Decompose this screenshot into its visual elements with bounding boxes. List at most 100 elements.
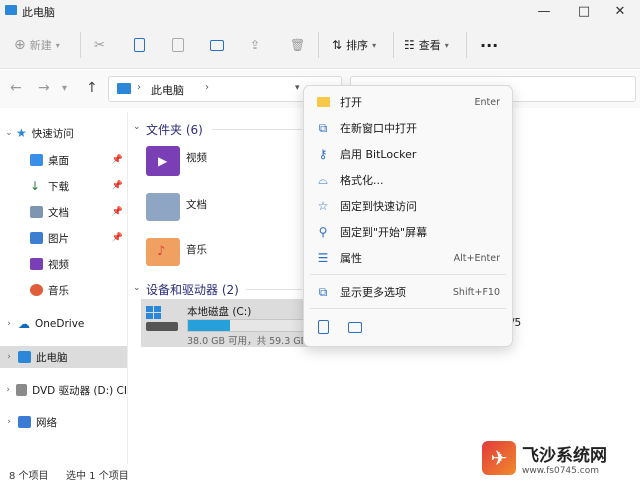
view-button[interactable]: ☷ 查看 ▾ <box>404 34 449 56</box>
sidebar-item-music[interactable]: 音乐 <box>0 279 127 301</box>
sort-label: 排序 <box>346 39 369 52</box>
menu-item-pin-quick-access[interactable]: ☆ 固定到快速访问 <box>310 194 506 218</box>
pin-icon: 📌 <box>111 207 123 217</box>
cloud-icon: ☁ <box>18 317 30 331</box>
toolbar-divider <box>80 32 81 58</box>
chevron-down-icon[interactable]: ▾ <box>295 83 300 93</box>
watermark: ✈ 飞沙系统网 www.fs0745.com <box>482 436 638 480</box>
sidebar-item-desktop[interactable]: 桌面 📌 <box>0 149 127 171</box>
sidebar-item-dvd-drive[interactable]: › DVD 驱动器 (D:) CI <box>0 379 127 401</box>
cut-button[interactable]: ✂ <box>94 34 105 56</box>
menu-item-open[interactable]: 打开 Enter <box>310 90 506 114</box>
properties-icon: ☰ <box>317 251 329 265</box>
item-count: 8 个项目 <box>9 471 49 482</box>
rename-icon[interactable] <box>348 322 362 333</box>
new-button[interactable]: ⊕ 新建 ▾ <box>14 34 60 56</box>
music-folder-icon: ♪ <box>146 238 180 266</box>
group-divider <box>246 289 302 290</box>
network-icon <box>18 416 31 428</box>
sidebar-item-downloads[interactable]: ↓ 下载 📌 <box>0 175 127 197</box>
menu-item-open-new-window[interactable]: ⧉ 在新窗口中打开 <box>310 116 506 140</box>
context-menu: 打开 Enter ⧉ 在新窗口中打开 ⚷ 启用 BitLocker ⌓ 格式化.… <box>303 85 513 347</box>
rename-button[interactable] <box>210 34 224 56</box>
copy-icon[interactable] <box>318 320 329 334</box>
menu-item-label: 固定到"开始"屏幕 <box>340 226 428 239</box>
computer-icon <box>18 351 31 363</box>
video-folder-icon: ▶ <box>146 146 180 176</box>
drives-group-header[interactable]: 设备和驱动器 (2) <box>146 281 239 298</box>
toolbar-divider <box>318 32 319 58</box>
menu-item-format[interactable]: ⌓ 格式化... <box>310 168 506 192</box>
windows-drive-icon <box>146 306 178 334</box>
document-icon <box>30 206 43 218</box>
star-icon: ☆ <box>317 199 329 213</box>
sidebar-item-network[interactable]: › 网络 <box>0 411 127 433</box>
menu-item-label: 在新窗口中打开 <box>340 122 417 135</box>
minimize-button[interactable]: — <box>524 0 564 22</box>
menu-item-show-more-options[interactable]: ⧉ 显示更多选项 Shift+F10 <box>310 280 506 304</box>
copy-button[interactable] <box>134 34 145 56</box>
sidebar-item-this-pc[interactable]: › 此电脑 <box>0 346 127 368</box>
plus-circle-icon: ⊕ <box>14 37 26 53</box>
breadcrumb-this-pc[interactable]: 此电脑 <box>151 82 184 98</box>
sort-button[interactable]: ⇅ 排序 ▾ <box>332 34 376 56</box>
selection-count: 选中 1 个项目 <box>66 471 129 482</box>
breadcrumb-separator: › <box>205 82 209 93</box>
pin-icon: 📌 <box>111 155 123 165</box>
view-label: 查看 <box>418 39 441 52</box>
pin-icon: 📌 <box>111 181 123 191</box>
breadcrumb-separator: › <box>137 82 141 93</box>
menu-item-label: 显示更多选项 <box>340 286 406 299</box>
picture-icon <box>30 232 43 244</box>
menu-shortcut: Shift+F10 <box>452 286 500 298</box>
rename-icon <box>210 39 224 51</box>
copy-icon <box>134 38 145 52</box>
scissors-icon: ✂ <box>94 37 105 53</box>
menu-item-label: 格式化... <box>340 174 384 187</box>
up-arrow-icon[interactable]: ↑ <box>86 80 98 96</box>
forward-arrow-icon[interactable]: → <box>38 80 50 96</box>
menu-item-pin-start[interactable]: ⚲ 固定到"开始"屏幕 <box>310 220 506 244</box>
back-arrow-icon[interactable]: ← <box>10 80 22 96</box>
folders-group-header[interactable]: 文件夹 (6) <box>146 121 203 138</box>
chevron-right-icon[interactable]: › <box>4 319 14 329</box>
trash-icon: 🗑 <box>290 38 306 52</box>
sidebar-item-label: 桌面 <box>48 154 69 167</box>
sidebar-item-pictures[interactable]: 图片 📌 <box>0 227 127 249</box>
sidebar-item-label: 网络 <box>36 416 57 429</box>
folder-item-music[interactable]: ♪ 音乐 <box>146 238 207 266</box>
delete-button[interactable]: 🗑 <box>290 34 305 56</box>
sidebar-item-videos[interactable]: 视频 <box>0 253 127 275</box>
drive-label: 本地磁盘 (C:) <box>187 306 252 318</box>
sidebar-item-documents[interactable]: 文档 📌 <box>0 201 127 223</box>
chevron-down-icon[interactable]: ⌄ <box>133 122 141 132</box>
sidebar-item-onedrive[interactable]: › ☁ OneDrive <box>0 313 127 335</box>
folder-label: 文档 <box>186 199 207 211</box>
folder-open-icon <box>316 95 330 109</box>
sidebar-item-quick-access[interactable]: ⌄ ★ 快速访问 <box>0 122 127 144</box>
video-icon <box>30 258 43 270</box>
chevron-down-icon: ▾ <box>55 40 60 50</box>
new-label: 新建 <box>29 39 52 52</box>
more-button[interactable]: ··· <box>480 34 498 56</box>
chevron-right-icon[interactable]: › <box>4 385 12 395</box>
folder-item-documents[interactable]: 文档 <box>146 193 207 221</box>
close-button[interactable]: ✕ <box>600 0 640 22</box>
chevron-right-icon[interactable]: › <box>4 352 14 362</box>
chevron-down-icon[interactable]: ⌄ <box>4 128 14 138</box>
chevron-right-icon[interactable]: › <box>4 417 14 427</box>
drive-usage-bar <box>187 319 307 332</box>
menu-item-label: 属性 <box>340 252 362 265</box>
chevron-down-icon[interactable]: ⌄ <box>133 283 141 293</box>
menu-item-properties[interactable]: ☰ 属性 Alt+Enter <box>310 246 506 270</box>
sidebar-item-label: 下载 <box>48 180 69 193</box>
star-icon: ★ <box>16 126 27 140</box>
paste-button[interactable] <box>172 34 184 56</box>
share-button[interactable]: ⇪ <box>250 34 260 56</box>
folder-item-videos[interactable]: ▶ 视频 <box>146 146 207 176</box>
menu-item-bitlocker[interactable]: ⚷ 启用 BitLocker <box>310 142 506 166</box>
drive-free-space: 38.0 GB 可用，共 59.3 GB <box>187 336 303 347</box>
sort-icon: ⇅ <box>332 38 343 52</box>
maximize-button[interactable]: □ <box>564 0 604 22</box>
recent-chevron-icon[interactable]: ▾ <box>62 83 67 94</box>
